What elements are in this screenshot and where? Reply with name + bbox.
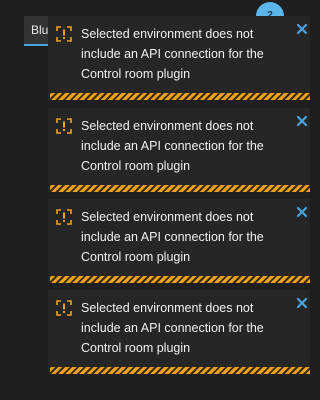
warning-toast: Selected environment does not include an… <box>48 290 310 374</box>
app-root: Blue 2 Selected environment does not inc… <box>0 0 310 400</box>
warning-stripe <box>50 367 310 374</box>
warning-icon <box>56 300 72 316</box>
close-icon[interactable] <box>295 296 309 310</box>
toast-message: Selected environment does not include an… <box>81 301 264 355</box>
toast-message: Selected environment does not include an… <box>81 119 264 173</box>
warning-stripe <box>50 276 310 283</box>
warning-icon <box>56 209 72 225</box>
close-icon[interactable] <box>295 114 309 128</box>
warning-icon <box>56 26 72 42</box>
close-icon[interactable] <box>295 22 309 36</box>
toast-message: Selected environment does not include an… <box>81 27 264 81</box>
close-icon[interactable] <box>295 205 309 219</box>
warning-toast: Selected environment does not include an… <box>48 199 310 283</box>
warning-stripe <box>50 93 310 100</box>
warning-stripe <box>50 185 310 192</box>
warning-toast: Selected environment does not include an… <box>48 16 310 100</box>
warning-icon <box>56 118 72 134</box>
warning-toast: Selected environment does not include an… <box>48 108 310 192</box>
toast-message: Selected environment does not include an… <box>81 210 264 264</box>
